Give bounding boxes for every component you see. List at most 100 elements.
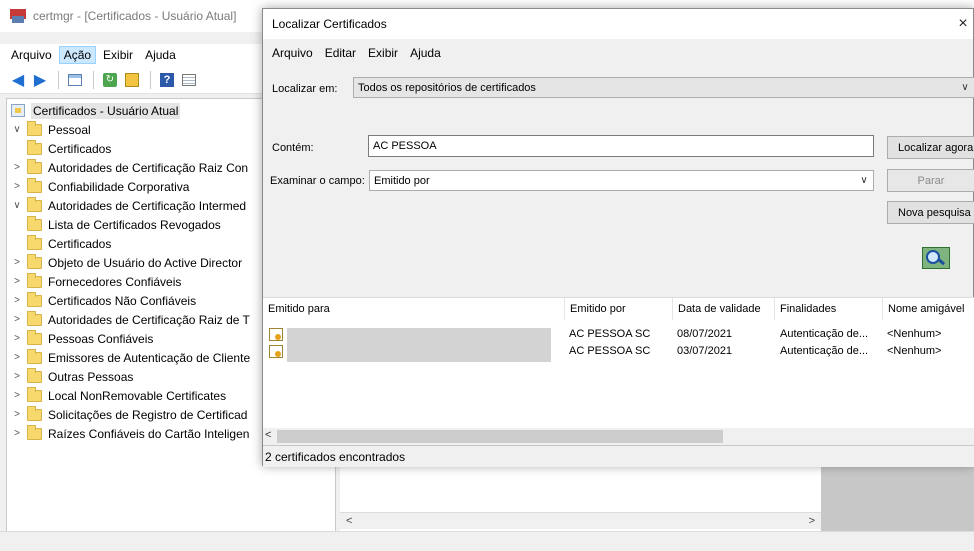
parar-button[interactable]: Parar (887, 169, 974, 192)
localizar-em-select[interactable]: Todos os repositórios de certificados ∨ (353, 77, 974, 98)
chevron-down-icon[interactable]: ∨ (11, 124, 23, 135)
chevron-right-icon[interactable]: > (11, 295, 23, 306)
tree-item-label: Raízes Confiáveis do Cartão Inteligen (48, 426, 250, 441)
toolbar-separator (58, 70, 59, 89)
chevron-right-icon[interactable]: > (11, 257, 23, 268)
refresh-icon[interactable]: ↻ (100, 70, 120, 90)
tree-item[interactable]: > Confiabilidade Corporativa (11, 177, 189, 196)
column-emitido-por[interactable]: Emitido por (565, 298, 673, 320)
tree-item[interactable]: ∨ Pessoal (11, 120, 91, 139)
help-icon[interactable]: ? (157, 70, 177, 90)
forward-arrow-icon[interactable]: ▶ (30, 70, 50, 90)
tree-item[interactable]: > Autoridades de Certificação Raiz Con (11, 158, 248, 177)
nova-pesquisa-button[interactable]: Nova pesquisa (887, 201, 974, 224)
folder-icon (27, 196, 42, 212)
dialog-menu-arquivo[interactable]: Arquivo (267, 44, 318, 62)
dialog-menu-exibir[interactable]: Exibir (363, 44, 403, 62)
results-horizontal-scrollbar[interactable]: < (263, 428, 974, 445)
row-1-finalidades[interactable]: Autenticação de... (780, 328, 883, 340)
folder-icon (27, 424, 42, 440)
scroll-left-arrow[interactable]: < (265, 429, 271, 441)
dialog-menu-ajuda[interactable]: Ajuda (405, 44, 446, 62)
tree-item[interactable]: > Certificados Não Confiáveis (11, 291, 196, 310)
properties-view-icon[interactable] (179, 70, 199, 90)
main-window-title: certmgr - [Certificados - Usuário Atual] (33, 9, 237, 23)
contem-input[interactable] (368, 135, 874, 157)
tree-item[interactable]: ∨ Autoridades de Certificação Intermed (11, 196, 246, 215)
row-2-finalidades[interactable]: Autenticação de... (780, 345, 883, 357)
chevron-down-icon: ∨ (860, 175, 868, 186)
tree-item[interactable]: Certificados (27, 139, 111, 158)
scrollbar-thumb[interactable] (277, 430, 723, 443)
search-animation-icon (922, 247, 950, 269)
tree-item-label: Certificados (48, 236, 112, 251)
tree-root-label: Certificados - Usuário Atual (31, 102, 181, 119)
chevron-down-icon[interactable]: ∨ (11, 200, 23, 211)
menu-ajuda[interactable]: Ajuda (140, 46, 181, 64)
tree-item[interactable]: > Pessoas Confiáveis (11, 329, 153, 348)
tree-item[interactable]: > Fornecedores Confiáveis (11, 272, 181, 291)
column-emitido-para[interactable]: Emitido para (263, 298, 565, 320)
examinar-campo-select[interactable]: Emitido por ∨ (369, 170, 874, 191)
row-1-data[interactable]: 08/07/2021 (677, 328, 732, 340)
menu-arquivo[interactable]: Arquivo (6, 46, 57, 64)
scroll-right-arrow[interactable]: > (809, 515, 815, 527)
close-icon[interactable]: × (953, 13, 973, 35)
tree-item[interactable]: > Solicitações de Registro de Certificad (11, 405, 247, 424)
tree-item[interactable]: > Emissores de Autenticação de Cliente (11, 348, 250, 367)
examinar-campo-label: Examinar o campo: (270, 175, 365, 187)
tree-item[interactable]: Lista de Certificados Revogados (27, 215, 221, 234)
back-arrow-icon[interactable]: ◀ (8, 70, 28, 90)
chevron-right-icon[interactable]: > (11, 181, 23, 192)
folder-icon (27, 215, 42, 231)
column-data-validade[interactable]: Data de validade (673, 298, 775, 320)
show-hide-tree-icon[interactable] (65, 70, 85, 90)
tree-item[interactable]: > Raízes Confiáveis do Cartão Inteligen (11, 424, 249, 443)
redacted-emitido-para (287, 328, 551, 362)
row-2-emitido-por[interactable]: AC PESSOA SC (569, 345, 650, 357)
tree-item-label: Outras Pessoas (48, 369, 134, 384)
results-list[interactable]: Emitido para Emitido por Data de validad… (263, 297, 974, 445)
tree-item-label: Autoridades de Certificação Raiz de T (48, 312, 250, 327)
tree-item[interactable]: > Outras Pessoas (11, 367, 133, 386)
chevron-right-icon[interactable]: > (11, 428, 23, 439)
export-list-icon[interactable] (122, 70, 142, 90)
column-nome-amigavel[interactable]: Nome amigável (883, 298, 974, 320)
tree-item[interactable]: > Objeto de Usuário do Active Director (11, 253, 242, 272)
tree-item[interactable]: > Autoridades de Certificação Raiz de T (11, 310, 250, 329)
menu-acao[interactable]: Ação (58, 46, 97, 64)
dialog-title: Localizar Certificados (272, 17, 387, 31)
row-1-emitido-por[interactable]: AC PESSOA SC (569, 328, 650, 340)
chevron-right-icon[interactable]: > (11, 276, 23, 287)
row-2-data[interactable]: 03/07/2021 (677, 345, 732, 357)
folder-icon (27, 120, 42, 136)
tree-item-label: Pessoas Confiáveis (48, 331, 154, 346)
dialog-status-bar: 2 certificados encontrados (263, 445, 974, 467)
scroll-left-arrow[interactable]: < (346, 515, 352, 527)
chevron-right-icon[interactable]: > (11, 333, 23, 344)
details-horizontal-scrollbar[interactable]: < > (340, 512, 821, 529)
row-2-nome[interactable]: <Nenhum> (887, 345, 941, 357)
dialog-menu-editar[interactable]: Editar (320, 44, 361, 62)
chevron-down-icon: ∨ (961, 82, 969, 93)
chevron-right-icon[interactable]: > (11, 162, 23, 173)
column-finalidades[interactable]: Finalidades (775, 298, 883, 320)
tree-item[interactable]: > Local NonRemovable Certificates (11, 386, 226, 405)
tree-item[interactable]: Certificados (27, 234, 111, 253)
tree-item-label: Pessoal (48, 122, 91, 137)
chevron-right-icon[interactable]: > (11, 371, 23, 382)
chevron-right-icon[interactable]: > (11, 409, 23, 420)
folder-icon (27, 329, 42, 345)
menu-exibir[interactable]: Exibir (98, 46, 138, 64)
chevron-right-icon[interactable]: > (11, 352, 23, 363)
tree-root[interactable]: Certificados - Usuário Atual (11, 101, 181, 120)
tree-item-label: Certificados Não Confiáveis (48, 293, 197, 308)
localizar-em-value: Todos os repositórios de certificados (358, 81, 536, 94)
toolbar-separator (93, 70, 94, 89)
chevron-right-icon[interactable]: > (11, 314, 23, 325)
folder-icon (27, 291, 42, 307)
chevron-right-icon[interactable]: > (11, 390, 23, 401)
row-1-nome[interactable]: <Nenhum> (887, 328, 941, 340)
localizar-em-label: Localizar em: (272, 83, 338, 95)
localizar-agora-button[interactable]: Localizar agora (887, 136, 974, 159)
